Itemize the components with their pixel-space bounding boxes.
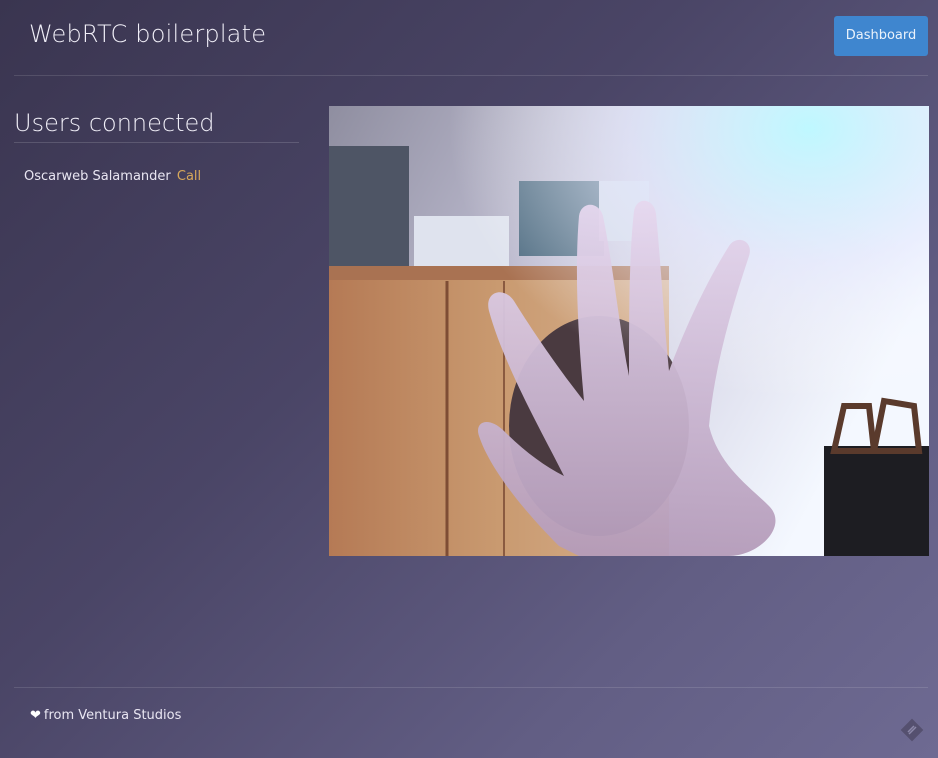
user-list-item: Oscarweb Salamander Call — [14, 169, 299, 184]
header: WebRTC boilerplate Dashboard — [14, 0, 928, 76]
credit: ❤ from Ventura Studios — [30, 708, 181, 723]
site-title: WebRTC boilerplate — [29, 20, 267, 48]
users-sidebar: Users connected Oscarweb Salamander Call — [14, 106, 299, 184]
users-connected-heading: Users connected — [14, 106, 299, 143]
call-link[interactable]: Call — [177, 169, 201, 184]
user-name: Oscarweb Salamander — [24, 169, 171, 184]
footer: ❤ from Ventura Studios — [14, 687, 928, 723]
dashboard-button[interactable]: Dashboard — [834, 16, 928, 56]
webcam-frame — [329, 106, 929, 556]
feedback-icon[interactable] — [900, 718, 924, 742]
credit-text: from Ventura Studios — [43, 708, 182, 723]
heart-icon: ❤ — [30, 708, 41, 723]
local-video[interactable] — [329, 106, 929, 556]
